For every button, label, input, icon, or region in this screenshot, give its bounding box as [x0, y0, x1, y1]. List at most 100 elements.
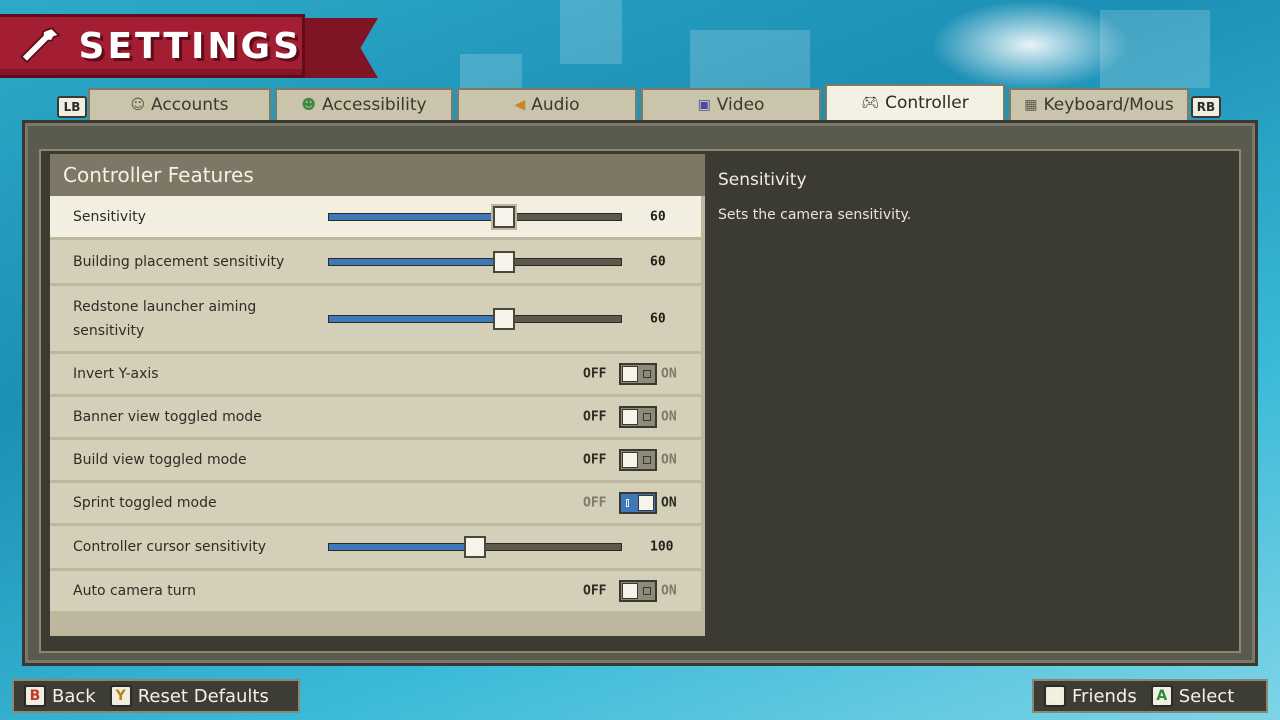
page-title: SETTINGS: [78, 25, 302, 67]
slider-fill: [329, 315, 505, 322]
build-view-toggle[interactable]: [619, 449, 657, 471]
background-glow: [930, 0, 1130, 90]
toggle-indicator: [643, 587, 651, 595]
toggle-indicator: [643, 456, 651, 464]
sensitivity-slider[interactable]: [328, 205, 622, 228]
view-button-icon: ⧉: [1044, 685, 1066, 707]
wrench-icon: [20, 27, 61, 64]
setting-label: Sensitivity: [73, 208, 146, 225]
slider-handle[interactable]: [493, 205, 516, 228]
gamepad-icon: 🎮︎: [861, 95, 880, 111]
slider-fill: [329, 544, 475, 550]
redstone-launcher-slider[interactable]: [328, 307, 622, 330]
select-button[interactable]: A Select: [1150, 685, 1235, 707]
toggle-off-label: OFF: [583, 495, 607, 511]
accessibility-figure-icon: ☻: [301, 97, 316, 113]
monitor-icon: ▣: [697, 97, 711, 113]
setting-row-banner-view-toggled-mode[interactable]: Banner view toggled mode OFF ON: [50, 397, 701, 440]
toggle-off-label: OFF: [583, 409, 607, 425]
toggle-indicator: [643, 413, 651, 421]
setting-label: Controller cursor sensitivity: [73, 539, 266, 555]
tab-keyboard-mouse[interactable]: ▦ Keyboard/Mous: [1009, 88, 1189, 120]
tab-accessibility[interactable]: ☻ Accessibility: [275, 88, 453, 120]
cursor-sensitivity-slider[interactable]: [328, 536, 622, 558]
toggle-knob: [622, 452, 638, 468]
slider-fill: [329, 258, 505, 265]
tab-audio[interactable]: ◀ Audio: [457, 88, 637, 120]
banner-body: SETTINGS: [0, 14, 305, 78]
slider-fill: [329, 213, 505, 220]
slider-value: 60: [650, 209, 666, 224]
toggle-knob: [622, 409, 638, 425]
tab-label: Accounts: [151, 95, 229, 115]
toggle-indicator: [643, 370, 651, 378]
setting-row-sensitivity[interactable]: Sensitivity 60: [50, 196, 701, 240]
a-button-icon: A: [1150, 685, 1173, 707]
reset-defaults-button[interactable]: Y Reset Defaults: [109, 685, 269, 707]
setting-row-build-view-toggled-mode[interactable]: Build view toggled mode OFF ON: [50, 440, 701, 483]
toggle-knob: [622, 583, 638, 599]
auto-camera-turn-toggle[interactable]: [619, 580, 657, 602]
slider-value: 60: [650, 311, 666, 326]
tab-controller[interactable]: 🎮︎ Controller: [825, 84, 1005, 120]
keyboard-icon: ▦: [1024, 97, 1038, 113]
hint-label: Friends: [1072, 685, 1137, 707]
tab-label: Video: [716, 95, 765, 115]
speaker-icon: ◀: [514, 97, 526, 113]
setting-row-auto-camera-turn[interactable]: Auto camera turn OFF ON: [50, 571, 701, 614]
slider-value: 100: [650, 539, 674, 555]
toggle-off-label: OFF: [583, 583, 607, 599]
background-block: [690, 30, 810, 88]
hint-label: Select: [1178, 685, 1235, 707]
slider-value: 60: [650, 254, 666, 269]
slider-handle[interactable]: [493, 250, 516, 273]
toggle-knob: [638, 495, 654, 511]
setting-label: Auto camera turn: [73, 583, 197, 599]
slider-handle[interactable]: [464, 536, 486, 558]
settings-title-banner: SETTINGS: [0, 14, 378, 84]
player-head-icon: ☺: [130, 97, 146, 113]
toggle-on-label: ON: [661, 409, 677, 425]
toggle-knob: [622, 366, 638, 382]
controller-features-panel: Controller Features Sensitivity 60 Build…: [50, 154, 705, 636]
description-text: Sets the camera sensitivity.: [718, 207, 912, 223]
setting-label: Build view toggled mode: [73, 452, 247, 468]
hint-label: Back: [52, 685, 96, 707]
slider-handle[interactable]: [493, 307, 516, 330]
setting-label: Invert Y-axis: [73, 366, 159, 382]
setting-label: Banner view toggled mode: [73, 409, 262, 425]
panel-title: Controller Features: [50, 154, 705, 196]
sprint-toggle[interactable]: [619, 492, 657, 514]
footer-right-hints: ⧉ Friends A Select: [1032, 679, 1268, 713]
left-bumper-hint[interactable]: LB: [57, 96, 87, 118]
toggle-on-label: ON: [661, 495, 677, 511]
description-title: Sensitivity: [718, 170, 807, 190]
tab-accounts[interactable]: ☺ Accounts: [88, 88, 271, 120]
footer-left-hints: B Back Y Reset Defaults: [12, 679, 300, 713]
back-button[interactable]: B Back: [24, 685, 96, 707]
banner-view-toggle[interactable]: [619, 406, 657, 428]
setting-row-invert-y-axis[interactable]: Invert Y-axis OFF ON: [50, 354, 701, 397]
hint-label: Reset Defaults: [137, 685, 269, 707]
setting-row-redstone-launcher-sensitivity[interactable]: Redstone launcher aiming sensitivity 60: [50, 286, 701, 354]
tab-label: Keyboard/Mous: [1043, 95, 1174, 115]
right-bumper-hint[interactable]: RB: [1191, 96, 1221, 118]
setting-row-building-placement-sensitivity[interactable]: Building placement sensitivity 60: [50, 240, 701, 286]
setting-label: Building placement sensitivity: [73, 253, 285, 270]
toggle-off-label: OFF: [583, 452, 607, 468]
setting-row-controller-cursor-sensitivity[interactable]: Controller cursor sensitivity 100: [50, 526, 701, 571]
background-block: [560, 0, 622, 64]
tab-label: Audio: [531, 95, 580, 115]
setting-label: Sprint toggled mode: [73, 495, 217, 511]
settings-tabs: ☺ Accounts ☻ Accessibility ◀ Audio ▣ Vid…: [88, 84, 1193, 120]
building-placement-slider[interactable]: [328, 250, 622, 273]
setting-row-sprint-toggled-mode[interactable]: Sprint toggled mode OFF ON: [50, 483, 701, 526]
friends-button[interactable]: ⧉ Friends: [1044, 685, 1137, 707]
tab-video[interactable]: ▣ Video: [641, 88, 821, 120]
b-button-icon: B: [24, 685, 46, 707]
tab-label: Controller: [885, 93, 969, 113]
toggle-on-label: ON: [661, 452, 677, 468]
invert-y-axis-toggle[interactable]: [619, 363, 657, 385]
toggle-off-label: OFF: [583, 366, 607, 382]
setting-label: Redstone launcher aiming sensitivity: [73, 298, 257, 339]
